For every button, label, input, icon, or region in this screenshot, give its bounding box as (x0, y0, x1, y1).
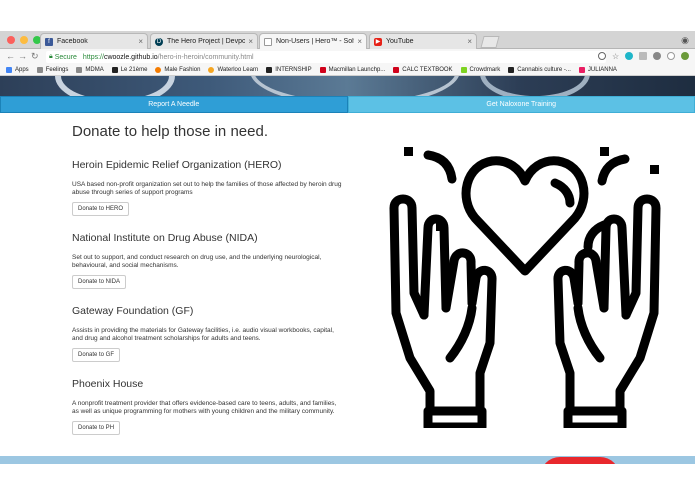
target-icon[interactable] (598, 52, 606, 60)
close-tab-icon[interactable]: × (357, 37, 362, 46)
org-description: A nonprofit treatment provider that offe… (72, 400, 337, 415)
bookmark-julianna[interactable]: JULIANNA (578, 67, 617, 73)
main-content: Donate to help those in need. Heroin Epi… (0, 113, 695, 456)
folder-icon (76, 67, 83, 73)
instagram-icon (578, 67, 585, 73)
org-name: Gateway Foundation (GF) (72, 305, 194, 317)
address-bar[interactable]: 🔒︎ Secure https:// cwoozle.github.io /he… (46, 51, 606, 63)
tab-label: Non-Users | Hero™ - Solving (276, 38, 354, 45)
profile-icon[interactable]: ◉ (681, 35, 689, 46)
close-window-button[interactable] (7, 36, 15, 44)
tab-youtube[interactable]: ▶ YouTube × (369, 33, 477, 49)
page-icon (264, 37, 272, 46)
site-icon (111, 67, 118, 73)
close-tab-icon[interactable]: × (467, 37, 472, 46)
org-name: Heroin Epidemic Relief Organization (HER… (72, 159, 282, 171)
bookmark-macmillan[interactable]: Macmillan Launchp... (319, 67, 385, 73)
org-hero: Heroin Epidemic Relief Organization (HER… (72, 159, 342, 216)
grey-extension-icon[interactable] (639, 52, 648, 60)
action-button-row: Report A Needle Get Naloxone Training (0, 96, 695, 113)
devpost-icon: D (155, 37, 163, 46)
extension-icon-3[interactable] (681, 52, 690, 60)
minimize-window-button[interactable] (20, 36, 28, 44)
forward-arrow-icon[interactable]: → (18, 51, 27, 61)
reload-icon[interactable]: ↻ (31, 51, 39, 62)
close-tab-icon[interactable]: × (248, 37, 253, 46)
org-phoenix-house: Phoenix House A nonprofit treatment prov… (72, 378, 342, 435)
tab-devpost[interactable]: D The Hero Project | Devpost × (150, 33, 258, 49)
bookmark-cannabis-culture[interactable]: Cannabis culture -... (508, 67, 571, 73)
url-path: /hero-in-heroin/community.html (157, 53, 254, 61)
bookmark-calc-textbook[interactable]: CALC TEXTBOOK (393, 67, 453, 73)
bookmark-waterloo-learn[interactable]: Waterloo Learn (208, 67, 258, 73)
donate-gf-button[interactable]: Donate to GF (72, 348, 121, 362)
site-icon (208, 67, 215, 73)
star-icon[interactable]: ☆ (612, 52, 619, 61)
youtube-icon: ▶ (374, 37, 382, 46)
org-nida: National Institute on Drug Abuse (NIDA) … (72, 232, 342, 289)
footer-blank (0, 464, 695, 494)
site-icon (266, 67, 273, 73)
bookmark-feelings[interactable]: Feelings (36, 67, 68, 73)
screen-top-margin (0, 0, 695, 31)
tab-facebook[interactable]: f Facebook × (40, 33, 148, 49)
bookmark-male-fashion[interactable]: Male Fashion (155, 67, 200, 73)
tab-label: Facebook (57, 38, 88, 45)
extension-icon-2[interactable] (667, 52, 676, 60)
site-icon (508, 67, 515, 73)
org-description: Assists in providing the materials for G… (72, 327, 334, 342)
page-title: Donate to help those in need. (72, 123, 268, 140)
org-description: Set out to support, and conduct research… (72, 254, 322, 269)
extension-icon[interactable] (653, 52, 662, 60)
hero-banner-image (0, 76, 695, 96)
extension-icons: ☆ ⋮ (598, 52, 695, 61)
donate-ph-button[interactable]: Donate to PH (72, 421, 121, 435)
bookmark-mdma[interactable]: MDMA (76, 67, 104, 73)
hands-heart-icon (389, 147, 661, 428)
lock-icon: 🔒︎ (49, 53, 53, 60)
reddit-icon (155, 67, 162, 73)
org-name: Phoenix House (72, 378, 144, 390)
apps-grid-icon (6, 67, 12, 73)
tab-label: The Hero Project | Devpost (167, 38, 246, 45)
bookmark-apps[interactable]: Apps (6, 67, 29, 73)
facebook-icon: f (45, 37, 53, 46)
window-controls (7, 36, 41, 44)
browser-tab-bar: f Facebook × D The Hero Project | Devpos… (0, 31, 695, 49)
site-icon (460, 67, 467, 73)
org-name: National Institute on Drug Abuse (NIDA) (72, 232, 258, 244)
org-gateway: Gateway Foundation (GF) Assists in provi… (72, 305, 342, 362)
new-tab-button[interactable] (480, 36, 500, 48)
url-host: cwoozle.github.io (103, 53, 158, 61)
report-needle-button[interactable]: Report A Needle (0, 96, 348, 113)
bookmarks-bar: Apps Feelings MDMA Le 21ème Male Fashion… (0, 65, 695, 76)
secure-label: Secure (54, 53, 77, 61)
org-description: USA based non-profit organization set ou… (72, 181, 342, 196)
site-icon (319, 67, 326, 73)
browser-toolbar: ← → ↻ 🔒︎ Secure https:// cwoozle.github.… (0, 49, 695, 65)
bookmark-le-21eme[interactable]: Le 21ème (111, 67, 147, 73)
tab-non-users[interactable]: Non-Users | Hero™ - Solving × (259, 33, 367, 49)
tab-label: YouTube (386, 38, 414, 45)
naloxone-training-button[interactable]: Get Naloxone Training (347, 96, 695, 113)
back-arrow-icon[interactable]: ← (6, 51, 15, 61)
folder-icon (36, 67, 43, 73)
donate-hero-button[interactable]: Donate to HERO (72, 202, 130, 216)
url-scheme: https:// (82, 53, 104, 61)
teal-extension-icon[interactable] (625, 52, 634, 60)
donate-nida-button[interactable]: Donate to NIDA (72, 275, 127, 289)
bookmark-internship[interactable]: INTERNSHIP (266, 67, 312, 73)
site-icon (393, 67, 400, 73)
bookmark-crowdmark[interactable]: Crowdmark (460, 67, 500, 73)
close-tab-icon[interactable]: × (138, 37, 143, 46)
